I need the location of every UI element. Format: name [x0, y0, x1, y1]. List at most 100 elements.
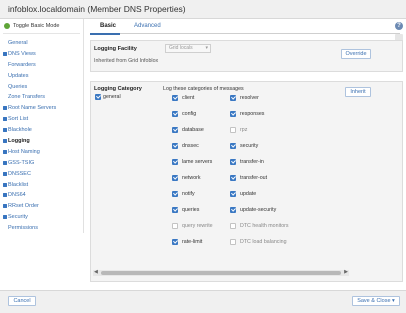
sidebar-item[interactable]: Root Name Servers — [0, 103, 84, 114]
sidebar-check-icon — [3, 193, 7, 198]
sidebar-check-icon — [3, 128, 7, 133]
log-option-checkbox[interactable] — [172, 175, 178, 181]
sidebar-item[interactable]: Sort List — [0, 114, 84, 125]
sidebar-item[interactable]: Host Naming — [0, 147, 84, 158]
override-button[interactable]: Override — [341, 49, 371, 59]
sidebar-item-label: DNS Views — [8, 50, 36, 57]
log-option-label: rpz — [240, 127, 248, 133]
sidebar-item-label: Permissions — [8, 225, 38, 232]
log-option-label: dnssec — [182, 143, 199, 149]
sidebar-item[interactable]: GSS-TSIG — [0, 158, 84, 169]
sidebar-check-icon — [3, 106, 7, 111]
log-option-checkbox[interactable] — [172, 111, 178, 117]
log-option-checkbox[interactable] — [172, 95, 178, 101]
log-option-checkbox[interactable] — [172, 143, 178, 149]
sidebar-item[interactable]: DNS64 — [0, 190, 84, 201]
sidebar-item-label: GSS-TSIG — [8, 159, 35, 166]
sidebar-item[interactable]: Queries — [0, 82, 84, 93]
log-option-label: client — [182, 95, 195, 101]
sidebar-check-icon — [3, 204, 7, 209]
sidebar: Toggle Basic Mode General DNS Views Forwar… — [0, 19, 84, 233]
log-option-label: rate-limit — [182, 239, 203, 245]
log-option-label: update-security — [240, 207, 277, 213]
log-option-checkbox[interactable] — [172, 191, 178, 197]
sidebar-item[interactable]: Updates — [0, 71, 84, 82]
title-bar: infoblox.localdomain (Member DNS Propert… — [0, 0, 406, 19]
log-option-checkbox[interactable] — [230, 95, 236, 101]
sidebar-item-label: Blacklist — [8, 181, 29, 188]
select-value: Grid locals — [169, 45, 193, 51]
log-option-checkbox[interactable] — [230, 239, 236, 245]
general-checkbox[interactable] — [95, 94, 101, 100]
log-option-label: query rewrite — [182, 223, 213, 229]
inherited-text: Inherited from Grid Infoblox — [94, 58, 159, 64]
logging-category-label: Logging Category — [94, 86, 142, 92]
sidebar-item[interactable]: RRset Order — [0, 201, 84, 212]
sidebar-item[interactable]: Permissions — [0, 223, 84, 234]
sidebar-item[interactable]: Blacklist — [0, 180, 84, 191]
cancel-button[interactable]: Cancel — [8, 296, 36, 306]
scroll-left-icon[interactable]: ◀ — [94, 269, 98, 275]
log-option-checkbox[interactable] — [230, 143, 236, 149]
sidebar-item-label: Security — [8, 214, 28, 221]
sidebar-check-icon — [3, 51, 7, 56]
sidebar-item[interactable]: DNSSEC — [0, 169, 84, 180]
log-option-checkbox[interactable] — [230, 207, 236, 213]
sidebar-item-label: Host Naming — [8, 148, 40, 155]
sidebar-item-label: Queries — [8, 83, 28, 90]
sidebar-item-label: Updates — [8, 72, 29, 79]
scrollbar-thumb[interactable] — [101, 271, 341, 275]
sidebar-check-icon — [3, 117, 7, 122]
log-option-checkbox[interactable] — [172, 207, 178, 213]
sidebar-item-label: General — [8, 40, 28, 46]
sidebar-item[interactable]: Zone Transfers — [0, 92, 84, 103]
sidebar-check-icon — [3, 171, 7, 176]
log-option-checkbox[interactable] — [230, 175, 236, 181]
sidebar-item[interactable]: DNS Views — [0, 49, 84, 60]
log-option-checkbox[interactable] — [172, 239, 178, 245]
sidebar-item-label: DNS64 — [8, 192, 26, 199]
logging-facility-label: Logging Facility — [94, 46, 137, 52]
sidebar-item[interactable]: General — [0, 38, 84, 49]
log-option-label: queries — [182, 207, 200, 213]
sidebar-divider — [3, 33, 80, 34]
horizontal-scrollbar[interactable]: ◀ ▶ — [93, 269, 349, 276]
sidebar-check-icon — [3, 182, 7, 187]
toggle-basic-mode[interactable]: Toggle Basic Mode — [4, 23, 59, 29]
log-option-checkbox[interactable] — [230, 159, 236, 165]
save-close-label: Save & Close — [357, 298, 391, 304]
toggle-label: Toggle Basic Mode — [13, 23, 60, 29]
sidebar-item-label: RRset Order — [8, 203, 39, 210]
sidebar-item[interactable]: Security — [0, 212, 84, 223]
logging-facility-select[interactable]: Grid locals ▾ — [165, 44, 211, 53]
sidebar-item-label: Sort List — [8, 116, 29, 123]
log-option-checkbox[interactable] — [230, 191, 236, 197]
log-option-checkbox[interactable] — [230, 127, 236, 133]
sidebar-item-label: Logging — [8, 138, 30, 145]
sidebar-check-icon — [3, 160, 7, 165]
sidebar-check-icon — [3, 215, 7, 220]
scroll-right-icon[interactable]: ▶ — [344, 269, 348, 275]
log-option-checkbox[interactable] — [172, 223, 178, 229]
chevron-down-icon: ▾ — [392, 298, 395, 304]
inherit-button[interactable]: Inherit — [345, 87, 371, 97]
sidebar-item[interactable]: Blackhole — [0, 125, 84, 136]
log-option-checkbox[interactable] — [172, 159, 178, 165]
log-option-label: update — [240, 191, 257, 197]
tab-advanced[interactable]: Advanced — [134, 23, 161, 29]
window-title: infoblox.localdomain (Member DNS Propert… — [8, 4, 186, 14]
general-label: general — [103, 94, 121, 100]
tab-basic[interactable]: Basic — [100, 23, 116, 29]
log-option-checkbox[interactable] — [230, 223, 236, 229]
save-close-button[interactable]: Save & Close ▾ — [352, 296, 400, 306]
log-option-checkbox[interactable] — [172, 127, 178, 133]
sidebar-item[interactable]: Logging — [0, 136, 84, 147]
log-option-checkbox[interactable] — [230, 111, 236, 117]
sidebar-item[interactable]: Forwarders — [0, 60, 84, 71]
log-option-label: DTC load balancing — [240, 239, 287, 245]
log-option-label: lame servers — [182, 159, 213, 165]
sidebar-check-icon — [3, 149, 7, 154]
log-option-label: transfer-in — [240, 159, 264, 165]
active-tab-indicator — [90, 33, 120, 35]
log-option-label: network — [182, 175, 201, 181]
